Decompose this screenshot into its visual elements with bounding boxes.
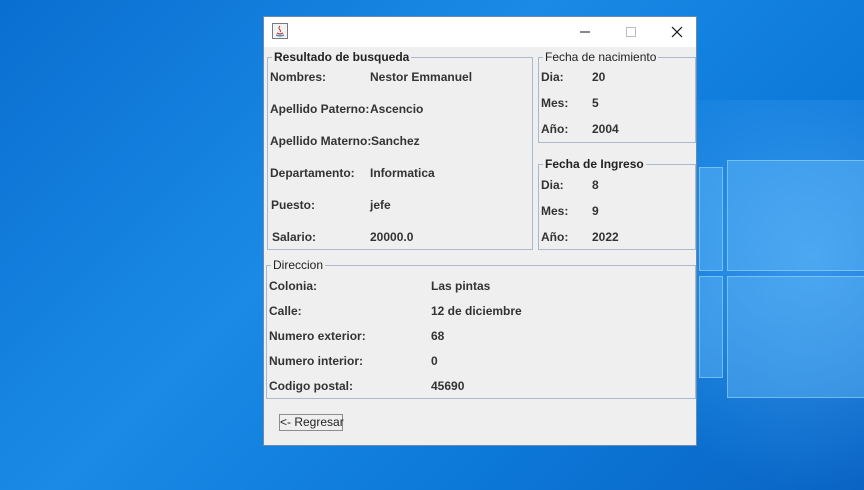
regresar-button[interactable]: <- Regresar — [279, 414, 344, 431]
numero-interior-label: Numero interior: — [269, 354, 364, 368]
minimize-button[interactable] — [562, 17, 608, 47]
apellido-materno-label: Apellido Materno: — [270, 134, 372, 148]
minimize-icon — [580, 31, 590, 33]
departamento-value: Informatica — [370, 166, 435, 180]
apellido-materno-value: Sanchez — [371, 134, 420, 148]
numero-exterior-value: 68 — [431, 329, 445, 343]
puesto-value: jefe — [370, 198, 391, 212]
ing-anio-label: Año: — [541, 230, 569, 244]
windows-logo-pane — [727, 160, 864, 271]
nac-mes-value: 5 — [592, 96, 599, 110]
nac-dia-label: Dia: — [541, 70, 564, 84]
windows-logo-pane — [727, 276, 864, 398]
nac-anio-label: Año: — [541, 122, 569, 136]
maximize-button[interactable] — [608, 17, 654, 47]
calle-value: 12 de diciembre — [431, 304, 522, 318]
ing-dia-label: Dia: — [541, 178, 564, 192]
numero-exterior-label: Numero exterior: — [269, 329, 366, 343]
codigo-postal-value: 45690 — [431, 379, 465, 393]
ing-anio-value: 2022 — [592, 230, 619, 244]
direccion-legend: Direccion — [273, 258, 324, 272]
windows-logo-pane — [699, 276, 723, 378]
nombres-label: Nombres: — [270, 70, 327, 84]
codigo-postal-label: Codigo postal: — [269, 379, 353, 393]
title-bar[interactable] — [264, 17, 696, 47]
ing-mes-value: 9 — [592, 204, 599, 218]
close-button[interactable] — [654, 17, 700, 47]
app-window: Resultado de busqueda Nombres: Nestor Em… — [263, 16, 697, 446]
maximize-icon — [626, 27, 636, 37]
salario-label: Salario: — [272, 230, 317, 244]
close-icon — [671, 26, 683, 38]
ing-mes-label: Mes: — [541, 204, 569, 218]
windows-logo-pane — [699, 167, 723, 271]
java-app-icon[interactable] — [272, 23, 288, 39]
colonia-value: Las pintas — [431, 279, 491, 293]
nacimiento-legend: Fecha de nacimiento — [545, 50, 657, 64]
apellido-paterno-value: Ascencio — [370, 102, 424, 116]
numero-interior-value: 0 — [431, 354, 438, 368]
puesto-label: Puesto: — [271, 198, 316, 212]
salario-value: 20000.0 — [370, 230, 414, 244]
colonia-label: Colonia: — [269, 279, 317, 293]
apellido-paterno-label: Apellido Paterno: — [270, 102, 370, 116]
nombres-value: Nestor Emmanuel — [370, 70, 473, 84]
nac-dia-value: 20 — [592, 70, 606, 84]
departamento-label: Departamento: — [270, 166, 355, 180]
ingreso-legend: Fecha de Ingreso — [545, 157, 644, 171]
nac-mes-label: Mes: — [541, 96, 569, 110]
ing-dia-value: 8 — [592, 178, 599, 192]
nac-anio-value: 2004 — [592, 122, 619, 136]
calle-label: Calle: — [269, 304, 302, 318]
resultado-legend: Resultado de busqueda — [274, 50, 410, 64]
